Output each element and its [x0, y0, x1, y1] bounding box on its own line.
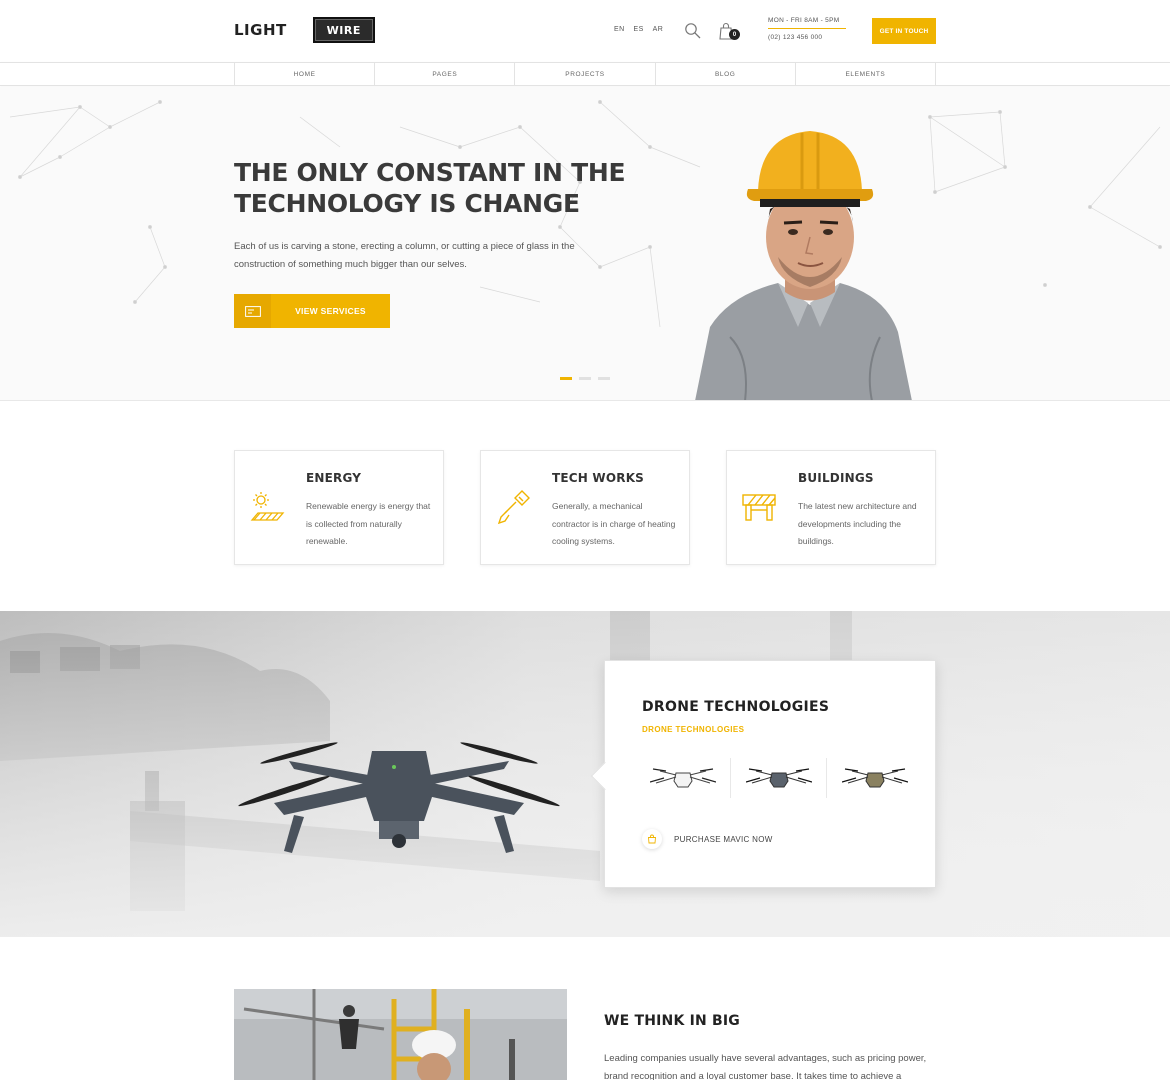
- feature-text: Generally, a mechanical contractor is in…: [552, 501, 676, 546]
- drone-section: DRONE TECHNOLOGIES DRONE TECHNOLOGIES PU…: [0, 611, 1170, 937]
- hero-slider: THE ONLY CONSTANT IN THE TECHNOLOGY IS C…: [0, 87, 1170, 401]
- section-title: WE THINK IN BIG: [604, 1013, 740, 1029]
- logo-light-text: LIGHT: [234, 21, 287, 39]
- main-nav: HOME PAGES PROJECTS BLOG ELEMENTS: [0, 62, 1170, 86]
- feature-card-buildings[interactable]: BUILDINGS The latest new architecture an…: [726, 450, 936, 565]
- nav-item-elements[interactable]: ELEMENTS: [796, 63, 937, 85]
- view-services-label: VIEW SERVICES: [295, 306, 366, 316]
- drone-white-icon: [649, 768, 716, 788]
- nav-item-projects[interactable]: PROJECTS: [515, 63, 656, 85]
- feature-card-tech-works[interactable]: TECH WORKS Generally, a mechanical contr…: [480, 450, 690, 565]
- solar-icon: [250, 492, 285, 521]
- foggy-landscape-background: [0, 611, 1170, 937]
- cart-button[interactable]: 0: [718, 22, 742, 42]
- contact-info: MON - FRI 8AM - 5PM (02) 123 456 000: [768, 17, 846, 41]
- ticket-icon: [234, 294, 271, 328]
- slider-dot-3[interactable]: [598, 377, 610, 380]
- construction-photo: [234, 989, 567, 1080]
- feature-title: ENERGY: [306, 471, 362, 485]
- nav-menu: HOME PAGES PROJECTS BLOG ELEMENTS: [234, 63, 937, 85]
- nav-item-pages[interactable]: PAGES: [375, 63, 516, 85]
- feature-text: Renewable energy is energy that is colle…: [306, 501, 431, 546]
- lang-es[interactable]: ES: [634, 26, 644, 33]
- logo-wire-badge: WIRE: [312, 17, 375, 43]
- drone-model-white[interactable]: [635, 758, 731, 798]
- feature-title: TECH WORKS: [552, 471, 645, 485]
- purchase-label: PURCHASE MAVIC NOW: [674, 834, 773, 844]
- purchase-mavic-link[interactable]: PURCHASE MAVIC NOW: [642, 829, 773, 849]
- search-icon[interactable]: [684, 22, 702, 40]
- screwdriver-icon: [497, 490, 530, 525]
- drone-card-title: DRONE TECHNOLOGIES: [642, 699, 830, 715]
- get-in-touch-button[interactable]: GET IN TOUCH: [872, 18, 936, 44]
- drone-photo: [238, 742, 560, 853]
- site-header: LIGHT WIRE EN ES AR 0 MON - FRI 8AM - 5P…: [0, 0, 1170, 62]
- language-switcher: EN ES AR: [614, 26, 663, 33]
- drone-model-olive[interactable]: [827, 758, 923, 798]
- lang-en[interactable]: EN: [614, 26, 625, 33]
- barrier-icon: [742, 494, 776, 521]
- nav-item-blog[interactable]: BLOG: [656, 63, 796, 85]
- cart-count-badge: 0: [729, 29, 740, 40]
- drone-info-card: DRONE TECHNOLOGIES DRONE TECHNOLOGIES PU…: [590, 660, 936, 888]
- nav-item-home[interactable]: HOME: [235, 63, 376, 85]
- drone-grey-icon: [745, 768, 812, 788]
- hero-title: THE ONLY CONSTANT IN THE TECHNOLOGY IS C…: [234, 158, 626, 218]
- hero-text: Each of us is carving a stone, erecting …: [234, 241, 575, 270]
- engineer-photo: [695, 131, 912, 400]
- drone-model-list: [635, 758, 923, 798]
- slider-pagination: [560, 377, 610, 380]
- shopping-bag-icon: [642, 829, 662, 849]
- view-services-button[interactable]: VIEW SERVICES: [234, 294, 390, 328]
- drone-olive-icon: [842, 768, 908, 788]
- logo[interactable]: LIGHT WIRE: [234, 17, 375, 43]
- feature-text: The latest new architecture and developm…: [798, 501, 917, 546]
- slider-dot-1[interactable]: [560, 377, 572, 380]
- lang-ar[interactable]: AR: [653, 26, 664, 33]
- slider-dot-2[interactable]: [579, 377, 591, 380]
- phone-number: (02) 123 456 000: [768, 34, 823, 41]
- feature-card-energy[interactable]: ENERGY Renewable energy is energy that i…: [234, 450, 444, 565]
- drone-card-subtitle: DRONE TECHNOLOGIES: [642, 725, 745, 734]
- section-text: Leading companies usually have several a…: [604, 1053, 927, 1080]
- feature-title: BUILDINGS: [798, 471, 874, 485]
- opening-hours: MON - FRI 8AM - 5PM: [768, 17, 846, 29]
- drone-model-grey[interactable]: [731, 758, 827, 798]
